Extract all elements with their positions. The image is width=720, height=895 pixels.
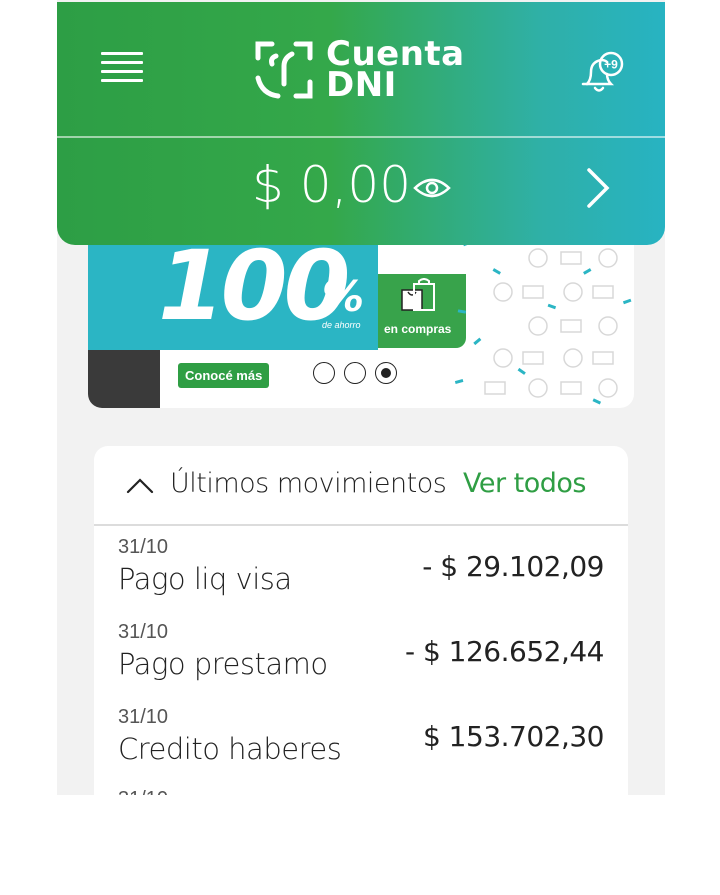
movement-description: Credito haberes [118, 732, 342, 766]
ver-todos-link[interactable]: Ver todos [463, 468, 587, 499]
shopping-bag-icon [401, 278, 435, 311]
cuenta-dni-logo: Cuenta DNI [252, 34, 465, 106]
movement-date: 31/10 [118, 621, 169, 643]
movements-card: Últimos movimientos Ver todos 31/10 Pago… [94, 446, 628, 795]
carousel-dot-1[interactable] [313, 362, 335, 384]
movement-description: Pago prestamo [118, 647, 328, 681]
app-screen: 100 % de ahorro en compras Conocé más Cu… [57, 0, 665, 795]
movement-date: 31/10 [118, 536, 169, 558]
banner-headline: 100 [158, 230, 350, 342]
notification-badge: +9 [604, 58, 618, 72]
logo-text: Cuenta DNI [326, 37, 465, 105]
movement-row[interactable]: 31/10 Credito haberes $ 153.702,30 [94, 706, 628, 790]
hamburger-menu-icon[interactable] [101, 52, 143, 90]
movement-description: Pago liq visa [118, 562, 292, 596]
chevron-up-icon[interactable] [124, 474, 156, 496]
banner-percent: % [322, 272, 365, 321]
movement-amount: - $ 29.102,09 [422, 550, 604, 583]
logo-line-2: DNI [326, 65, 397, 105]
movement-amount: $ 153.702,30 [422, 720, 605, 753]
conoce-mas-button[interactable]: Conocé más [178, 363, 270, 388]
movement-row[interactable]: 31/10 Pago prestamo - $ 126.652,44 [94, 621, 628, 705]
carousel-dot-3[interactable] [375, 362, 397, 384]
football-pattern-decoration [454, 240, 632, 405]
movement-row[interactable]: 31/10 Pago liq visa - $ 29.102,09 [94, 536, 628, 620]
face-scan-icon [255, 41, 313, 99]
notification-bell-icon[interactable]: +9 [577, 50, 625, 96]
eye-icon[interactable] [412, 175, 452, 201]
banner-purchases-label: en compras [384, 322, 452, 336]
banner-dark-block [88, 350, 160, 408]
app-header: Cuenta DNI +9 $ 0,00 [57, 2, 665, 245]
movements-title: Últimos movimientos [170, 468, 447, 499]
movement-amount: - $ 126.652,44 [404, 635, 605, 668]
balance-amount: $ 0,00 [252, 156, 412, 214]
carousel-dots [313, 362, 397, 384]
header-divider [57, 136, 665, 138]
promo-banner[interactable]: 100 % de ahorro en compras Conocé más [88, 230, 634, 408]
balance-row[interactable]: $ 0,00 [57, 142, 665, 242]
movement-date-partial: 31/10 [118, 788, 168, 795]
banner-savings-label: de ahorro [322, 320, 361, 330]
chevron-right-icon[interactable] [585, 166, 611, 210]
movements-header: Últimos movimientos Ver todos [94, 446, 628, 526]
carousel-dot-2[interactable] [344, 362, 366, 384]
movement-date: 31/10 [118, 706, 169, 728]
